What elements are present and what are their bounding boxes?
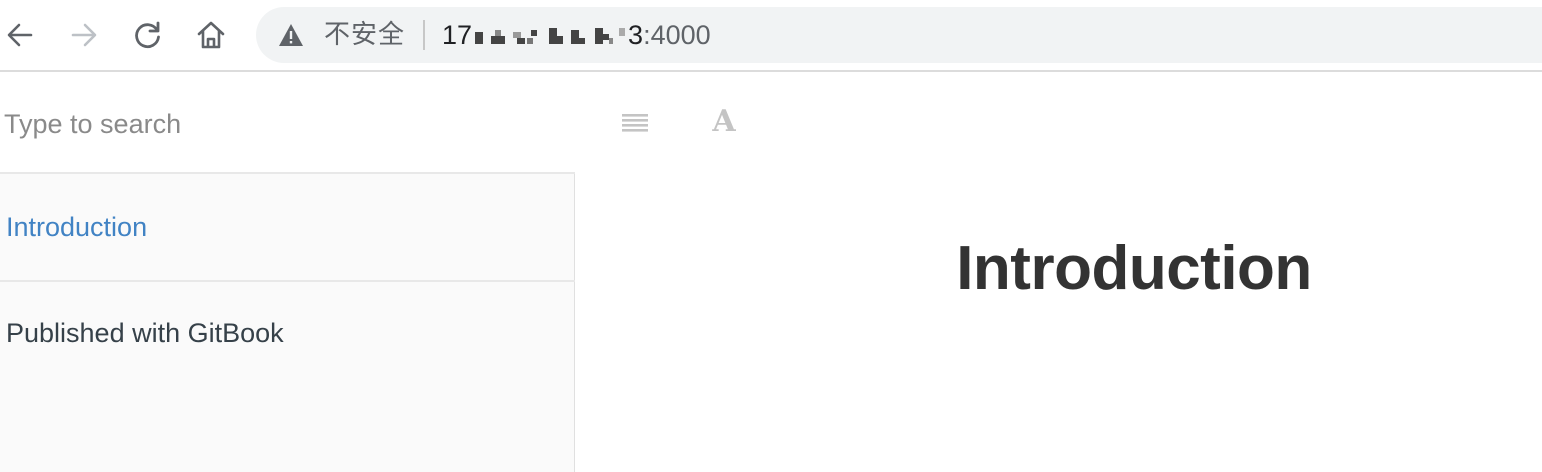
search-box [0, 74, 575, 174]
redacted-address [473, 26, 627, 46]
home-button[interactable] [191, 15, 231, 55]
url-text[interactable]: 17 3:4000 [442, 19, 711, 51]
url-prefix: 17 [442, 20, 473, 50]
separator [423, 20, 425, 50]
font-settings-button[interactable]: A [706, 104, 742, 140]
table-of-contents: Introduction [0, 174, 575, 282]
toc-item-introduction[interactable]: Introduction [0, 174, 575, 282]
browser-toolbar: 不安全 17 3:4000 [0, 0, 1542, 72]
forward-button[interactable] [64, 15, 104, 55]
back-button[interactable] [0, 15, 40, 55]
reload-icon [135, 21, 160, 49]
home-icon [197, 21, 225, 49]
address-bar[interactable]: 不安全 17 3:4000 [256, 7, 1542, 63]
published-with-gitbook-link[interactable]: Published with GitBook [6, 318, 284, 349]
url-suffix: 3 [628, 20, 644, 50]
toc-item-label[interactable]: Introduction [6, 212, 147, 243]
security-status-label[interactable]: 不安全 [324, 19, 405, 51]
warning-icon[interactable] [278, 23, 304, 47]
search-input[interactable] [4, 106, 564, 142]
url-port: :4000 [643, 20, 711, 50]
book-body: A Introduction [576, 74, 1542, 472]
reload-button[interactable] [128, 15, 168, 55]
page-title: Introduction [956, 234, 1312, 303]
toggle-sidebar-icon[interactable] [620, 110, 650, 136]
arrow-right-icon [71, 23, 97, 47]
arrow-left-icon [7, 23, 33, 47]
book-sidebar: Introduction Published with GitBook [0, 74, 575, 472]
